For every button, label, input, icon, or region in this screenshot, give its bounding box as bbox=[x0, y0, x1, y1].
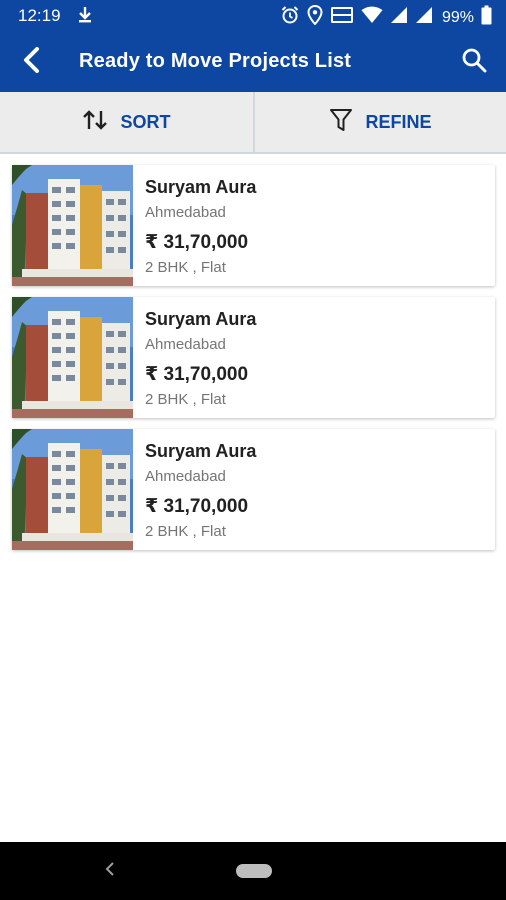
project-type: 2 BHK , Flat bbox=[145, 259, 226, 276]
project-city: Ahmedabad bbox=[145, 468, 226, 485]
project-price: ₹ 31,70,000 bbox=[145, 496, 249, 517]
system-nav-bar bbox=[0, 842, 506, 900]
back-button[interactable] bbox=[14, 46, 50, 78]
project-card[interactable]: Suryam Aura Ahmedabad ₹ 31,70,000 2 BHK … bbox=[12, 165, 495, 286]
project-price: ₹ 31,70,000 bbox=[145, 232, 249, 253]
sort-refine-bar: SORT REFINE bbox=[0, 92, 506, 154]
project-price: ₹ 31,70,000 bbox=[145, 364, 249, 385]
nav-back-button[interactable] bbox=[98, 859, 122, 883]
signal-icon bbox=[415, 6, 433, 29]
project-list: Suryam Aura Ahmedabad ₹ 31,70,000 2 BHK … bbox=[12, 165, 495, 561]
signal-icon bbox=[390, 6, 408, 29]
project-city: Ahmedabad bbox=[145, 204, 226, 221]
alarm-icon bbox=[280, 5, 300, 30]
location-icon bbox=[307, 4, 323, 30]
sort-label: SORT bbox=[120, 111, 171, 132]
project-name: Suryam Aura bbox=[145, 441, 257, 461]
wifi-icon bbox=[361, 6, 383, 29]
volte-icon bbox=[330, 5, 354, 30]
filter-funnel-icon bbox=[329, 108, 353, 137]
sort-button[interactable]: SORT bbox=[0, 92, 253, 152]
status-icons: 99% bbox=[280, 4, 492, 30]
project-card[interactable]: Suryam Aura Ahmedabad ₹ 31,70,000 2 BHK … bbox=[12, 297, 495, 418]
project-image bbox=[12, 429, 133, 550]
status-time: 12:19 bbox=[18, 6, 61, 25]
project-name: Suryam Aura bbox=[145, 309, 257, 329]
nav-back-icon bbox=[104, 861, 116, 882]
home-pill-button[interactable] bbox=[236, 864, 272, 878]
battery-icon bbox=[481, 5, 492, 30]
search-icon bbox=[461, 47, 487, 78]
search-button[interactable] bbox=[456, 44, 492, 80]
project-name: Suryam Aura bbox=[145, 177, 257, 197]
refine-button[interactable]: REFINE bbox=[253, 92, 506, 152]
project-city: Ahmedabad bbox=[145, 336, 226, 353]
project-type: 2 BHK , Flat bbox=[145, 523, 226, 540]
page-title: Ready to Move Projects List bbox=[79, 50, 352, 72]
project-type: 2 BHK , Flat bbox=[145, 391, 226, 408]
project-image bbox=[12, 165, 133, 286]
sort-arrows-icon bbox=[82, 109, 108, 136]
refine-label: REFINE bbox=[365, 111, 432, 132]
project-card[interactable]: Suryam Aura Ahmedabad ₹ 31,70,000 2 BHK … bbox=[12, 429, 495, 550]
project-image bbox=[12, 297, 133, 418]
battery-percent: 99% bbox=[441, 8, 474, 26]
status-bar: 12:19 99% bbox=[0, 0, 506, 32]
back-arrow-icon bbox=[22, 46, 42, 78]
download-icon bbox=[76, 5, 94, 30]
app-bar: Ready to Move Projects List bbox=[0, 32, 506, 92]
